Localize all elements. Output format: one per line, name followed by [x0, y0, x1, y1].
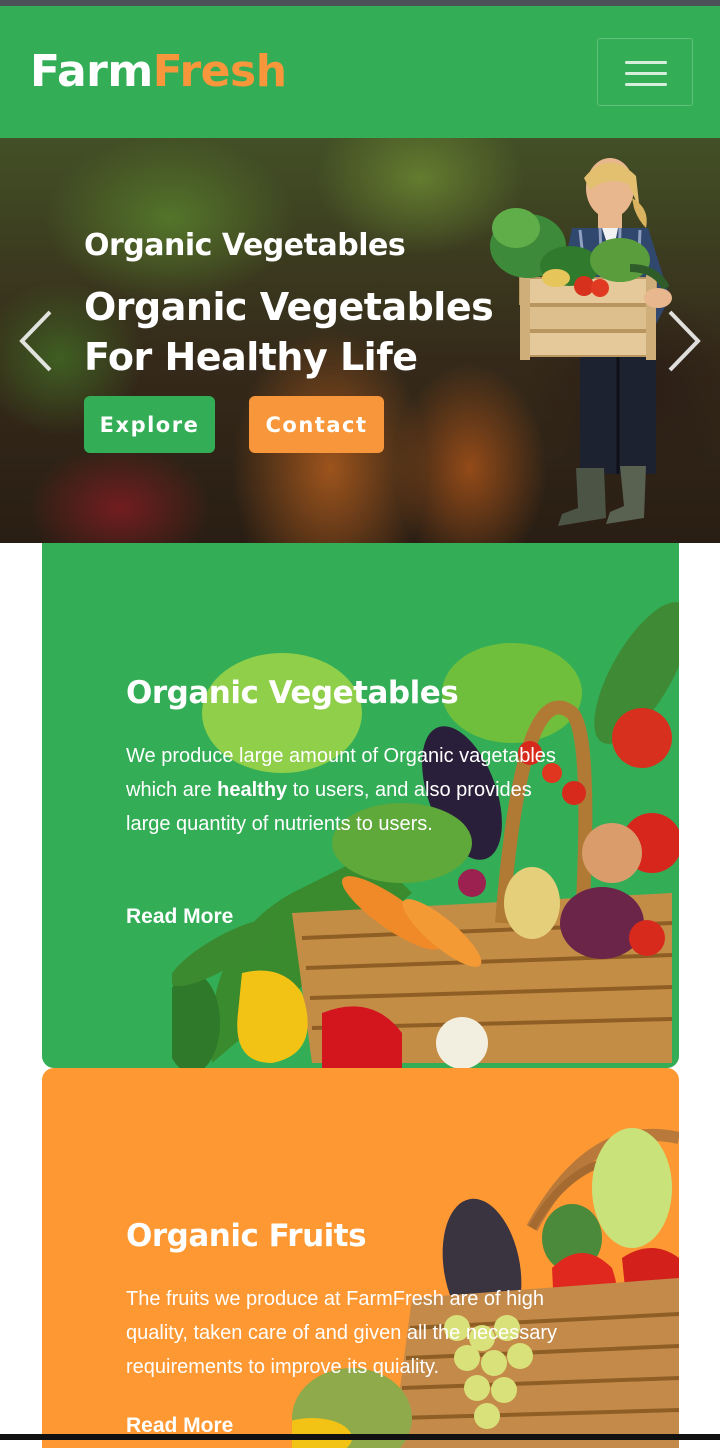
hero-carousel: Organic Vegetables Organic Vegetables Fo…	[0, 138, 720, 543]
card-text: We produce large amount of Organic vaget…	[126, 745, 556, 835]
brand-part-farm: Farm	[30, 46, 153, 97]
vegetables-card: Organic Vegetables We produce large amou…	[42, 543, 679, 1068]
hero-title: Organic Vegetables For Healthy Life	[84, 285, 494, 379]
read-more-link[interactable]: Read More	[126, 905, 233, 929]
hero-subtitle: Organic Vegetables	[84, 228, 406, 263]
chevron-right-icon[interactable]	[664, 306, 704, 376]
hamburger-menu-icon[interactable]	[597, 38, 693, 106]
card-title: Organic Vegetables	[126, 675, 459, 711]
brand-part-fresh: Fresh	[152, 46, 287, 97]
explore-button[interactable]: Explore	[84, 396, 215, 453]
chevron-left-icon[interactable]	[16, 306, 56, 376]
navbar: FarmFresh	[0, 6, 720, 138]
contact-button[interactable]: Contact	[249, 396, 384, 453]
card-title: Organic Fruits	[126, 1218, 367, 1254]
brand-logo[interactable]: FarmFresh	[30, 46, 287, 98]
card-text: The fruits we produce at FarmFresh are o…	[126, 1288, 557, 1378]
bottom-bar	[0, 1434, 720, 1440]
fruits-card: Organic Fruits The fruits we produce at …	[42, 1068, 679, 1448]
